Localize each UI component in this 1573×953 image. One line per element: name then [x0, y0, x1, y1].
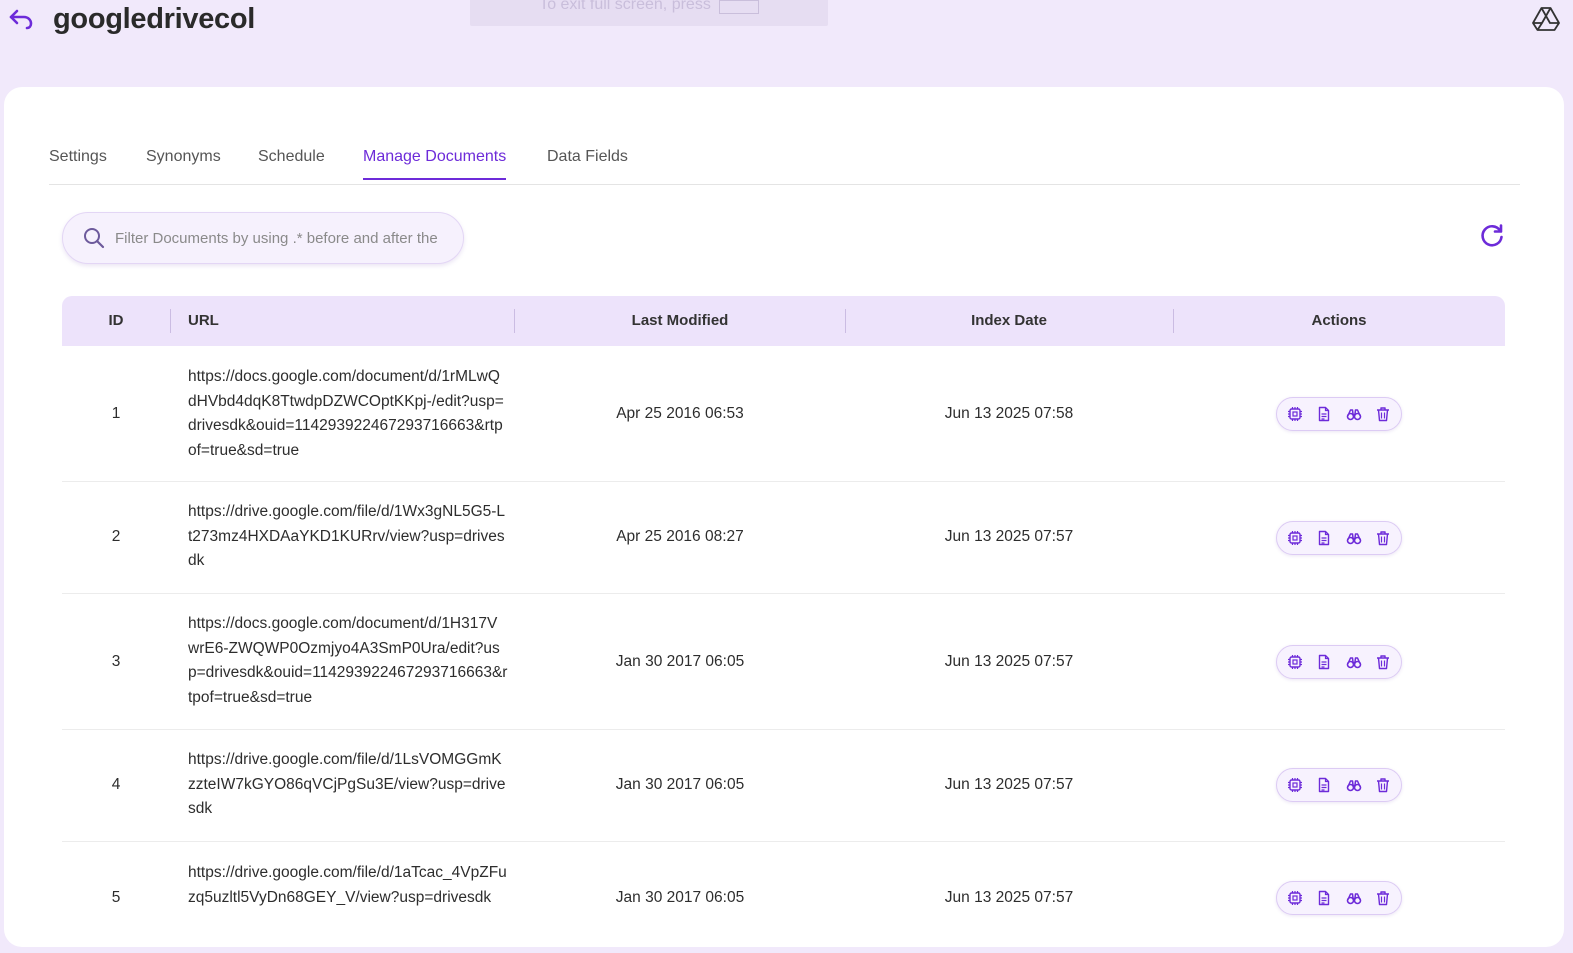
view-document-icon[interactable]: [1313, 774, 1335, 796]
table-row: 3 https://docs.google.com/document/d/1H3…: [62, 594, 1505, 730]
cell-id: 5: [111, 889, 121, 906]
process-chip-icon[interactable]: [1284, 651, 1306, 673]
column-header-index-date: Index Date: [971, 312, 1047, 329]
table-row: 2 https://drive.google.com/file/d/1Wx3gN…: [62, 482, 1505, 594]
row-actions: [1276, 881, 1402, 915]
inspect-binoculars-icon[interactable]: [1343, 527, 1365, 549]
process-chip-icon[interactable]: [1284, 887, 1306, 909]
row-actions: [1276, 397, 1402, 431]
cell-last-modified: Jan 30 2017 06:05: [615, 889, 745, 906]
google-drive-icon: [1532, 6, 1560, 32]
row-actions: [1276, 645, 1402, 679]
inspect-binoculars-icon[interactable]: [1343, 403, 1365, 425]
banner-key: [718, 0, 759, 14]
tab-synonyms[interactable]: Synonyms: [146, 148, 221, 178]
delete-trash-icon[interactable]: [1372, 403, 1394, 425]
delete-trash-icon[interactable]: [1372, 651, 1394, 673]
cell-index-date: Jun 13 2025 07:57: [944, 776, 1074, 793]
banner-text: To exit full screen, press: [539, 0, 711, 13]
back-button[interactable]: [6, 4, 36, 34]
column-separator[interactable]: [170, 309, 171, 333]
documents-table: ID URL Last Modified Index Date Actions …: [62, 296, 1505, 953]
column-header-url: URL: [188, 312, 219, 329]
column-header-id: ID: [108, 312, 124, 329]
refresh-icon: [1479, 223, 1505, 249]
cell-index-date: Jun 13 2025 07:57: [944, 653, 1074, 670]
cell-url: https://drive.google.com/file/d/1Wx3gNL5…: [188, 503, 506, 570]
refresh-button[interactable]: [1479, 223, 1505, 249]
delete-trash-icon[interactable]: [1372, 527, 1394, 549]
search-icon: [83, 227, 105, 249]
tab-manage-documents[interactable]: Manage Documents: [363, 148, 507, 180]
table-row: 1 https://docs.google.com/document/d/1rM…: [62, 346, 1505, 482]
process-chip-icon[interactable]: [1284, 403, 1306, 425]
inspect-binoculars-icon[interactable]: [1343, 774, 1365, 796]
cell-last-modified: Apr 25 2016 08:27: [616, 528, 744, 545]
column-header-actions: Actions: [1311, 312, 1367, 329]
cell-id: 2: [111, 528, 121, 545]
cell-url: https://drive.google.com/file/d/1LsVOMGG…: [188, 751, 506, 818]
cell-id: 3: [111, 653, 121, 670]
cell-url: https://docs.google.com/document/d/1rMLw…: [188, 368, 504, 459]
back-arrow-icon: [8, 8, 34, 30]
top-bar: googledrivecol To exit full screen, pres…: [0, 0, 1573, 90]
page-title: googledrivecol: [53, 3, 256, 35]
search-box: [62, 212, 464, 264]
content-card: Settings Synonyms Schedule Manage Docume…: [4, 87, 1564, 947]
cell-last-modified: Jan 30 2017 06:05: [615, 776, 745, 793]
table-row: 4 https://drive.google.com/file/d/1LsVOM…: [62, 730, 1505, 842]
tab-settings[interactable]: Settings: [49, 148, 107, 178]
cell-last-modified: Jan 30 2017 06:05: [615, 653, 745, 670]
view-document-icon[interactable]: [1313, 887, 1335, 909]
cell-index-date: Jun 13 2025 07:58: [944, 405, 1074, 422]
table-row: 5 https://drive.google.com/file/d/1aTcac…: [62, 842, 1505, 953]
delete-trash-icon[interactable]: [1372, 887, 1394, 909]
cell-url: https://drive.google.com/file/d/1aTcac_4…: [188, 864, 507, 906]
tab-schedule[interactable]: Schedule: [258, 148, 325, 178]
search-input[interactable]: [115, 213, 455, 263]
tab-data-fields[interactable]: Data Fields: [547, 148, 628, 178]
view-document-icon[interactable]: [1313, 403, 1335, 425]
row-actions: [1276, 521, 1402, 555]
process-chip-icon[interactable]: [1284, 774, 1306, 796]
cell-id: 1: [111, 405, 121, 422]
cell-id: 4: [111, 776, 121, 793]
inspect-binoculars-icon[interactable]: [1343, 651, 1365, 673]
view-document-icon[interactable]: [1313, 527, 1335, 549]
delete-trash-icon[interactable]: [1372, 774, 1394, 796]
process-chip-icon[interactable]: [1284, 527, 1306, 549]
tab-bar: Settings Synonyms Schedule Manage Docume…: [49, 129, 1520, 185]
cell-index-date: Jun 13 2025 07:57: [944, 528, 1074, 545]
cell-url: https://docs.google.com/document/d/1H317…: [188, 615, 508, 706]
column-header-last-modified: Last Modified: [631, 312, 729, 329]
google-drive-button[interactable]: [1532, 6, 1560, 32]
table-header: ID URL Last Modified Index Date Actions: [62, 296, 1505, 346]
cell-last-modified: Apr 25 2016 06:53: [616, 405, 744, 422]
inspect-binoculars-icon[interactable]: [1343, 887, 1365, 909]
view-document-icon[interactable]: [1313, 651, 1335, 673]
fullscreen-banner: To exit full screen, press: [470, 0, 828, 26]
cell-index-date: Jun 13 2025 07:57: [944, 889, 1074, 906]
row-actions: [1276, 768, 1402, 802]
